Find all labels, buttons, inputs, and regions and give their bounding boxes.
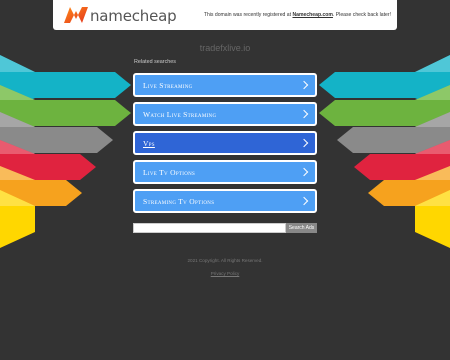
link-label: Streaming Tv Options bbox=[143, 196, 215, 206]
chevron-right-icon bbox=[299, 109, 309, 119]
domain-name: tradefxlive.io bbox=[199, 43, 251, 53]
related-link-vps[interactable]: Vps bbox=[133, 131, 317, 155]
related-link-live-tv-options[interactable]: Live Tv Options bbox=[133, 160, 317, 184]
related-link-live-streaming[interactable]: Live Streaming bbox=[133, 73, 317, 97]
notice-prefix: This domain was recently registered at bbox=[203, 12, 293, 18]
link-label: Watch Live Streaming bbox=[143, 109, 217, 119]
registration-notice: This domain was recently registered at N… bbox=[204, 12, 391, 18]
search-ads-button[interactable]: Search Ads bbox=[286, 223, 317, 233]
related-link-streaming-tv-options[interactable]: Streaming Tv Options bbox=[133, 189, 317, 213]
notice-suffix: . Please check back later! bbox=[332, 12, 391, 18]
privacy-policy-link[interactable]: Privacy Policy bbox=[0, 271, 450, 276]
link-label: Live Streaming bbox=[143, 80, 193, 90]
namecheap-logo-icon bbox=[64, 7, 88, 23]
related-searches-title: Related searches bbox=[134, 59, 176, 65]
chevron-right-icon bbox=[299, 138, 309, 148]
chevron-right-icon bbox=[299, 167, 309, 177]
chevron-right-icon bbox=[299, 196, 309, 206]
copyright-text: 2021 Copyright. All Rights Reserved. bbox=[187, 258, 263, 263]
registrar-banner: namecheap This domain was recently regis… bbox=[53, 0, 397, 30]
logo-text: namecheap bbox=[90, 7, 177, 25]
link-label: Vps bbox=[143, 138, 155, 148]
related-link-watch-live-streaming[interactable]: Watch Live Streaming bbox=[133, 102, 317, 126]
link-label: Live Tv Options bbox=[143, 167, 196, 177]
namecheap-link[interactable]: Namecheap.com bbox=[292, 12, 332, 18]
search-input[interactable] bbox=[133, 223, 286, 233]
namecheap-logo[interactable]: namecheap bbox=[62, 3, 177, 27]
chevron-right-icon bbox=[299, 80, 309, 90]
